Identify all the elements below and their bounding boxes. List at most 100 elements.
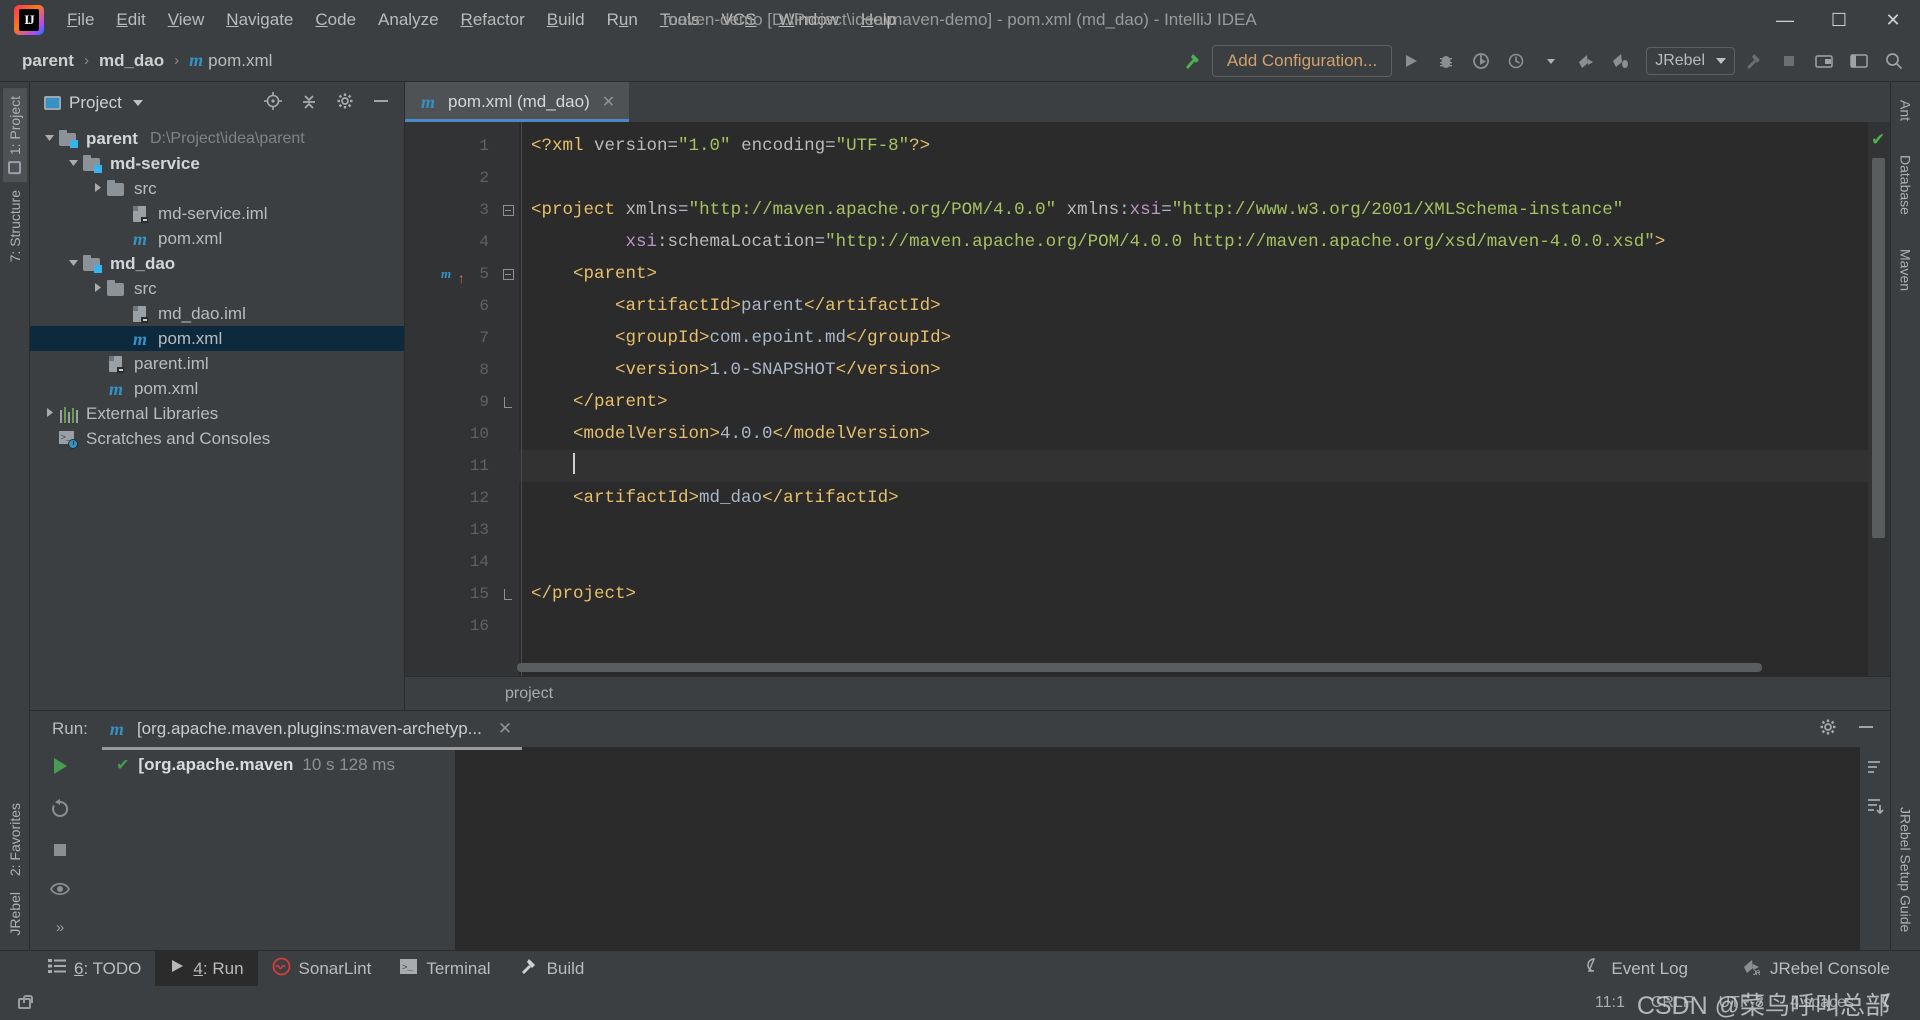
run-icon[interactable] <box>1395 46 1427 76</box>
line-number-11[interactable]: 11 <box>405 450 497 482</box>
menu-item-help[interactable]: Help <box>850 6 907 34</box>
line-number-16[interactable]: 16 <box>405 610 497 642</box>
tree-node-pom-xml[interactable]: m pom.xml <box>30 376 404 401</box>
code-line-2[interactable] <box>519 162 1868 194</box>
line-number-13[interactable]: 13 <box>405 514 497 546</box>
sidebar-item-jrebel-setup-guide[interactable]: JRebel Setup Guide <box>1894 799 1918 940</box>
maximize-button[interactable]: ☐ <box>1812 0 1866 40</box>
tree-node-md-service[interactable]: md-service <box>30 151 404 176</box>
event-log-status-icon[interactable] <box>1880 992 1898 1015</box>
jrebel-selector[interactable]: JRebel <box>1646 46 1735 75</box>
code-line-15[interactable]: </project> <box>519 578 1868 610</box>
menu-item-build[interactable]: Build <box>536 6 596 34</box>
tree-node-src[interactable]: src <box>30 276 404 301</box>
editor-tab-pom-xml[interactable]: m pom.xml (md_dao) ✕ <box>405 82 630 122</box>
search-icon[interactable] <box>1878 46 1910 76</box>
code-line-12[interactable]: <artifactId>md_dao</artifactId> <box>519 482 1868 514</box>
run-console[interactable] <box>455 747 1860 950</box>
maven-parent-gutter-icon[interactable]: m <box>441 258 451 290</box>
line-number-7[interactable]: 7 <box>405 322 497 354</box>
code-line-10[interactable]: <modelVersion>4.0.0</modelVersion> <box>519 418 1868 450</box>
line-number-4[interactable]: 4 <box>405 226 497 258</box>
line-number-1[interactable]: 1 <box>405 130 497 162</box>
chevron-down-icon[interactable] <box>64 257 82 271</box>
chevron-right-icon[interactable] <box>88 182 106 196</box>
stop-icon[interactable] <box>51 841 69 864</box>
expand-icon[interactable]: » <box>56 919 64 936</box>
bottom-tab-event-log[interactable]: Event Log <box>1571 957 1702 980</box>
menu-item-view[interactable]: View <box>157 6 216 34</box>
settings-icon[interactable] <box>1843 46 1875 76</box>
updates-icon[interactable] <box>1808 46 1840 76</box>
line-separator[interactable]: CRLF <box>1651 994 1693 1012</box>
menu-item-file[interactable]: File <box>56 6 105 34</box>
sidebar-item-project[interactable]: 1: Project <box>2 88 27 183</box>
breadcrumb-item-pom-xml[interactable]: m pom.xml <box>183 47 278 74</box>
build-icon[interactable] <box>1738 46 1770 76</box>
sidebar-item-ant[interactable]: Ant <box>1894 92 1918 129</box>
toggle-visibility-icon[interactable] <box>49 880 71 903</box>
fold-toggle-9[interactable] <box>497 386 519 418</box>
close-icon[interactable]: ✕ <box>498 719 512 739</box>
tree-node-pom-xml[interactable]: m pom.xml <box>30 326 404 351</box>
code-line-7[interactable]: <groupId>com.epoint.md</groupId> <box>519 322 1868 354</box>
sidebar-item-database[interactable]: Database <box>1894 147 1918 223</box>
rerun-icon[interactable] <box>49 755 71 782</box>
menu-item-edit[interactable]: Edit <box>105 6 156 34</box>
jrebel-run-icon[interactable] <box>1570 46 1602 76</box>
tree-node-pom-xml[interactable]: m pom.xml <box>30 226 404 251</box>
line-number-14[interactable]: 14 <box>405 546 497 578</box>
chevron-right-icon[interactable] <box>40 407 58 421</box>
debug-icon[interactable] <box>1430 46 1462 76</box>
code-line-16[interactable] <box>519 610 1868 642</box>
editor-vertical-scrollbar[interactable] <box>1872 158 1885 538</box>
bottom-tab-sonarlint[interactable]: SonarLint <box>258 951 386 986</box>
menu-item-navigate[interactable]: Navigate <box>215 6 304 34</box>
bottom-tab-6--todo[interactable]: 6: TODO <box>34 951 155 986</box>
indent-setting[interactable]: 4 spaces <box>1790 994 1854 1012</box>
sidebar-item-maven[interactable]: Maven <box>1894 241 1918 299</box>
sidebar-item-jrebel[interactable]: JRebel <box>3 884 27 944</box>
tree-node-scratches-and-consoles[interactable]: >_ Scratches and Consoles <box>30 426 404 451</box>
locate-icon[interactable] <box>262 91 284 116</box>
hammer-icon[interactable] <box>1177 46 1209 76</box>
sidebar-item-structure[interactable]: 7: Structure <box>3 182 27 270</box>
breadcrumb-item-md_dao[interactable]: md_dao <box>93 48 170 74</box>
fold-toggle-3[interactable] <box>497 194 519 226</box>
gear-icon[interactable] <box>334 91 356 116</box>
profiler-icon[interactable] <box>1500 46 1532 76</box>
editor-markers-and-scrollbar[interactable]: ✔ <box>1868 122 1890 676</box>
tree-node-external-libraries[interactable]: External Libraries <box>30 401 404 426</box>
code-line-13[interactable] <box>519 514 1868 546</box>
menu-item-tools[interactable]: Tools <box>649 6 711 34</box>
close-icon[interactable]: ✕ <box>602 92 615 112</box>
jrebel-debug-icon[interactable] <box>1605 46 1637 76</box>
code-line-8[interactable]: <version>1.0-SNAPSHOT</version> <box>519 354 1868 386</box>
editor-gutter[interactable]: 1 2 3 4 5 m ↑ 6 7 8 9 10 11 12 13 14 15 16 <box>405 122 497 676</box>
hide-icon[interactable] <box>1856 717 1876 742</box>
code-line-9[interactable]: </parent> <box>519 386 1868 418</box>
tree-node-md_dao[interactable]: md_dao <box>30 251 404 276</box>
editor-horizontal-scrollbar[interactable] <box>517 663 1866 672</box>
minimize-button[interactable]: — <box>1758 0 1812 40</box>
fold-toggle-5[interactable] <box>497 258 519 290</box>
code-line-14[interactable] <box>519 546 1868 578</box>
code-line-11[interactable] <box>519 450 1868 482</box>
lock-icon[interactable] <box>18 994 33 1009</box>
line-number-10[interactable]: 10 <box>405 418 497 450</box>
editor-fold-column[interactable] <box>497 122 519 676</box>
line-number-8[interactable]: 8 <box>405 354 497 386</box>
menu-item-window[interactable]: Window <box>767 6 849 34</box>
code-line-5[interactable]: <parent> <box>519 258 1868 290</box>
chevron-down-icon[interactable] <box>64 157 82 171</box>
code-line-1[interactable]: <?xml version="1.0" encoding="UTF-8"?> <box>519 130 1868 162</box>
run-with-coverage-icon[interactable] <box>1465 46 1497 76</box>
chevron-down-icon[interactable] <box>1535 46 1567 76</box>
menu-item-code[interactable]: Code <box>304 6 367 34</box>
line-number-9[interactable]: 9 <box>405 386 497 418</box>
add-configuration-button[interactable]: Add Configuration... <box>1211 44 1393 77</box>
line-number-5[interactable]: 5 m ↑ <box>405 258 497 290</box>
chevron-down-icon[interactable] <box>40 132 58 146</box>
run-result-row[interactable]: ✔ [org.apache.maven 10 s 128 ms <box>90 751 455 779</box>
line-number-12[interactable]: 12 <box>405 482 497 514</box>
